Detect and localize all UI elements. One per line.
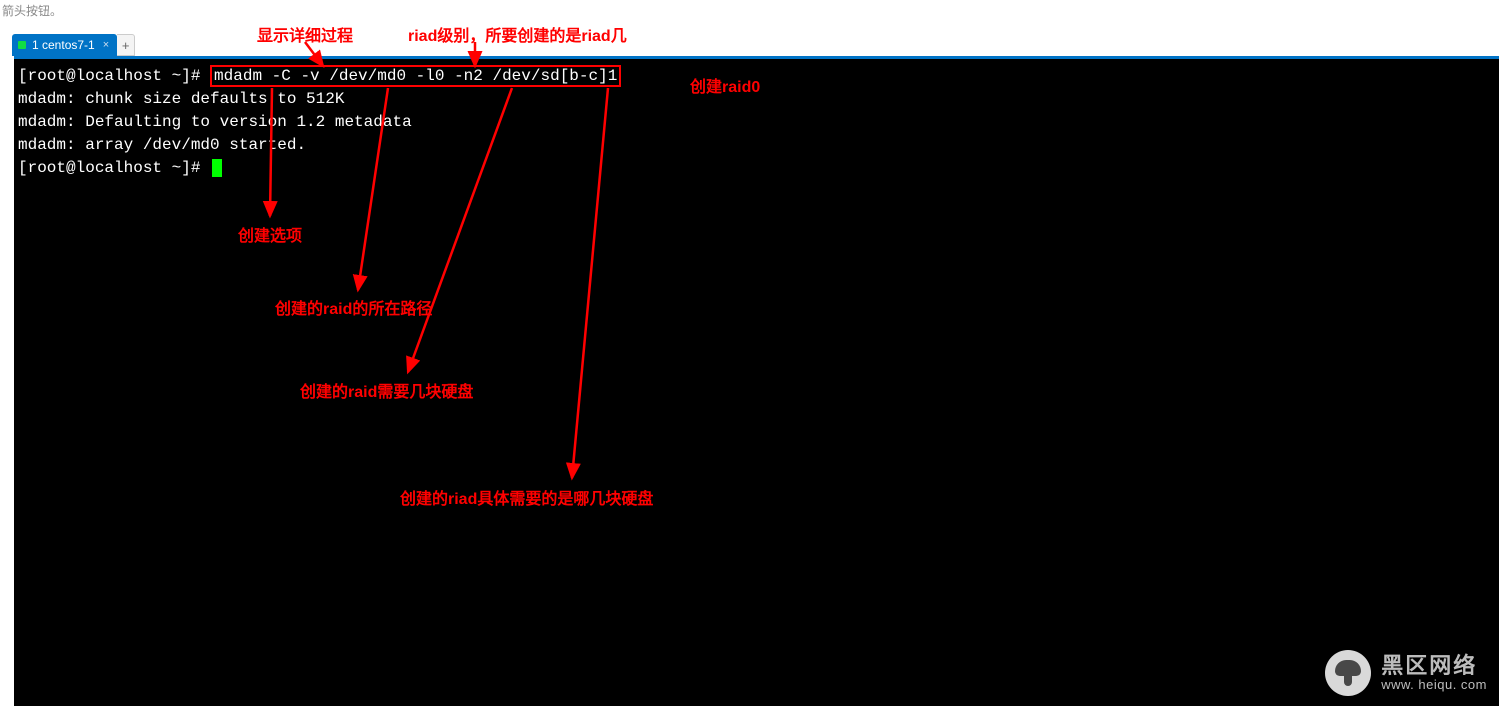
terminal-output-line: mdadm: array /dev/md0 started. bbox=[18, 136, 306, 154]
annotation-disk-count: 创建的raid需要几块硬盘 bbox=[300, 378, 473, 402]
close-icon[interactable]: × bbox=[103, 39, 109, 51]
watermark-logo-icon bbox=[1325, 650, 1371, 696]
window-hint-text: 箭头按钮。 bbox=[2, 2, 62, 19]
watermark: 黑区网络 www. heiqu. com bbox=[1325, 650, 1487, 696]
tab-label: 1 centos7-1 bbox=[32, 38, 95, 52]
terminal-pane[interactable]: [root@localhost ~]# mdadm -C -v /dev/md0… bbox=[14, 56, 1499, 706]
terminal-output-line: mdadm: chunk size defaults to 512K bbox=[18, 90, 344, 108]
annotation-verbose: 显示详细过程 bbox=[257, 22, 353, 46]
terminal-output-line: mdadm: Defaulting to version 1.2 metadat… bbox=[18, 113, 412, 131]
annotation-which-disks: 创建的riad具体需要的是哪几块硬盘 bbox=[400, 485, 653, 509]
shell-prompt: [root@localhost ~]# bbox=[18, 67, 210, 85]
command-highlight-box: mdadm -C -v /dev/md0 -l0 -n2 /dev/sd[b-c… bbox=[210, 65, 621, 87]
tab-bar: 1 centos7-1 × + bbox=[12, 34, 135, 56]
shell-prompt: [root@localhost ~]# bbox=[18, 159, 210, 177]
tab-status-dot-icon bbox=[18, 41, 26, 49]
watermark-title: 黑区网络 bbox=[1381, 654, 1487, 678]
cursor-icon bbox=[212, 159, 222, 177]
annotation-create-option: 创建选项 bbox=[238, 222, 302, 246]
annotation-raid-path: 创建的raid的所在路径 bbox=[275, 295, 432, 319]
annotation-create-raid0: 创建raid0 bbox=[690, 73, 760, 97]
watermark-url: www. heiqu. com bbox=[1381, 678, 1487, 692]
add-tab-button[interactable]: + bbox=[117, 34, 135, 56]
top-annotation-row: 显示详细过程 riad级别，所要创建的是riad几 bbox=[0, 22, 1499, 38]
annotation-raid-level: riad级别，所要创建的是riad几 bbox=[408, 22, 627, 46]
tab-centos7-1[interactable]: 1 centos7-1 × bbox=[12, 34, 117, 56]
